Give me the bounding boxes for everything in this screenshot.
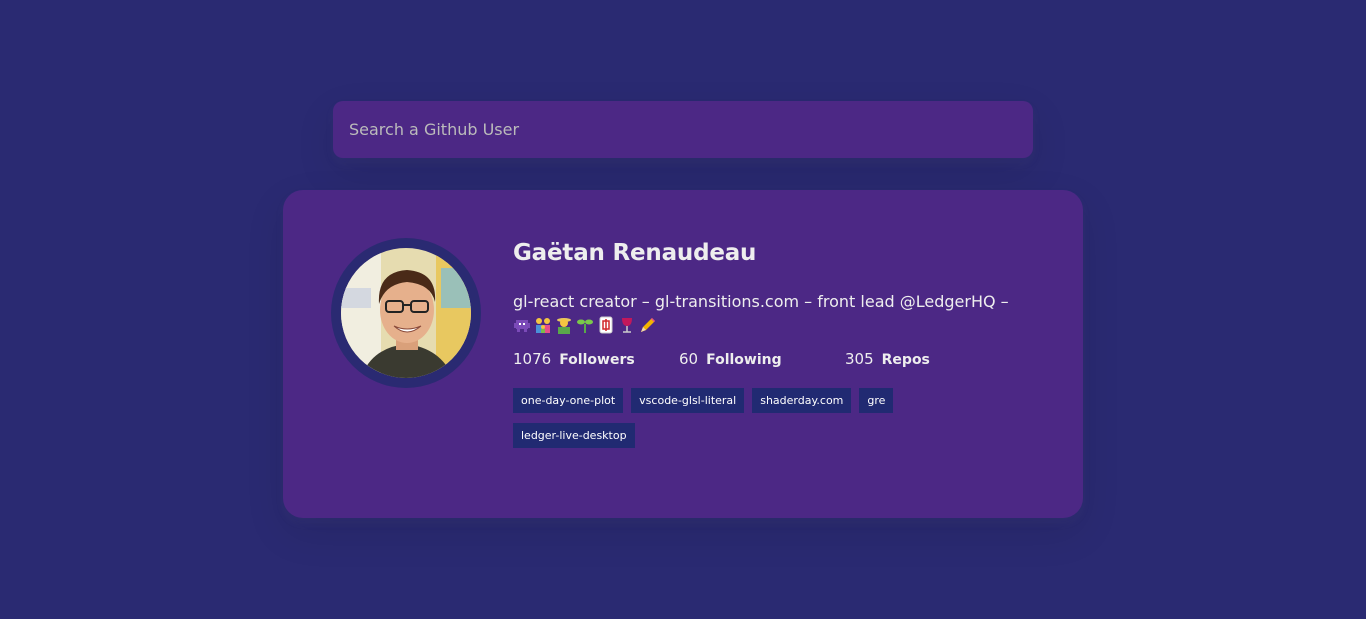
user-name: Gaëtan Renaudeau [513, 240, 757, 266]
page: Gaëtan Renaudeau gl-react creator – gl-t… [0, 0, 1366, 619]
avatar-photo-icon [341, 248, 471, 378]
bio-emojis [513, 314, 1033, 336]
repo-link[interactable]: vscode-glsl-literal [631, 388, 745, 413]
repo-list: one-day-one-plot vscode-glsl-literal sha… [513, 388, 933, 448]
stat-followers-value: 1076 [513, 350, 552, 368]
avatar-ring [331, 238, 481, 388]
stat-following-value: 60 [679, 350, 699, 368]
alien-monster-emoji-icon [514, 320, 530, 332]
stat-followers: 1076 Followers [513, 350, 679, 368]
stat-followers-label: Followers [559, 352, 635, 368]
stat-following-label: Following [706, 352, 782, 368]
user-bio: gl-react creator – gl-transitions.com – … [513, 290, 1033, 336]
user-stats: 1076 Followers 60 Following 305 Repos [513, 350, 1033, 368]
repo-link[interactable]: ledger-live-desktop [513, 423, 635, 448]
family-emoji-icon [536, 318, 550, 333]
user-card: Gaëtan Renaudeau gl-react creator – gl-t… [283, 190, 1083, 518]
stat-repos-label: Repos [881, 352, 930, 368]
stat-repos: 305 Repos [845, 350, 1011, 368]
wine-glass-emoji-icon [622, 318, 632, 333]
mahjong-tile-emoji-icon [599, 316, 613, 334]
man-farmer-emoji-icon [557, 318, 571, 334]
seedling-emoji-icon [577, 319, 593, 333]
user-info: Gaëtan Renaudeau gl-react creator – gl-t… [513, 240, 1033, 448]
user-bio-text: gl-react creator – gl-transitions.com – … [513, 292, 1009, 311]
avatar [341, 248, 471, 378]
repo-link[interactable]: gre [859, 388, 894, 413]
search-form [333, 101, 1033, 158]
repo-link[interactable]: shaderday.com [752, 388, 852, 413]
stat-following: 60 Following [679, 350, 845, 368]
search-input[interactable] [333, 101, 1033, 158]
stat-repos-value: 305 [845, 350, 874, 368]
pencil-emoji-icon [641, 318, 655, 332]
repo-link[interactable]: one-day-one-plot [513, 388, 624, 413]
